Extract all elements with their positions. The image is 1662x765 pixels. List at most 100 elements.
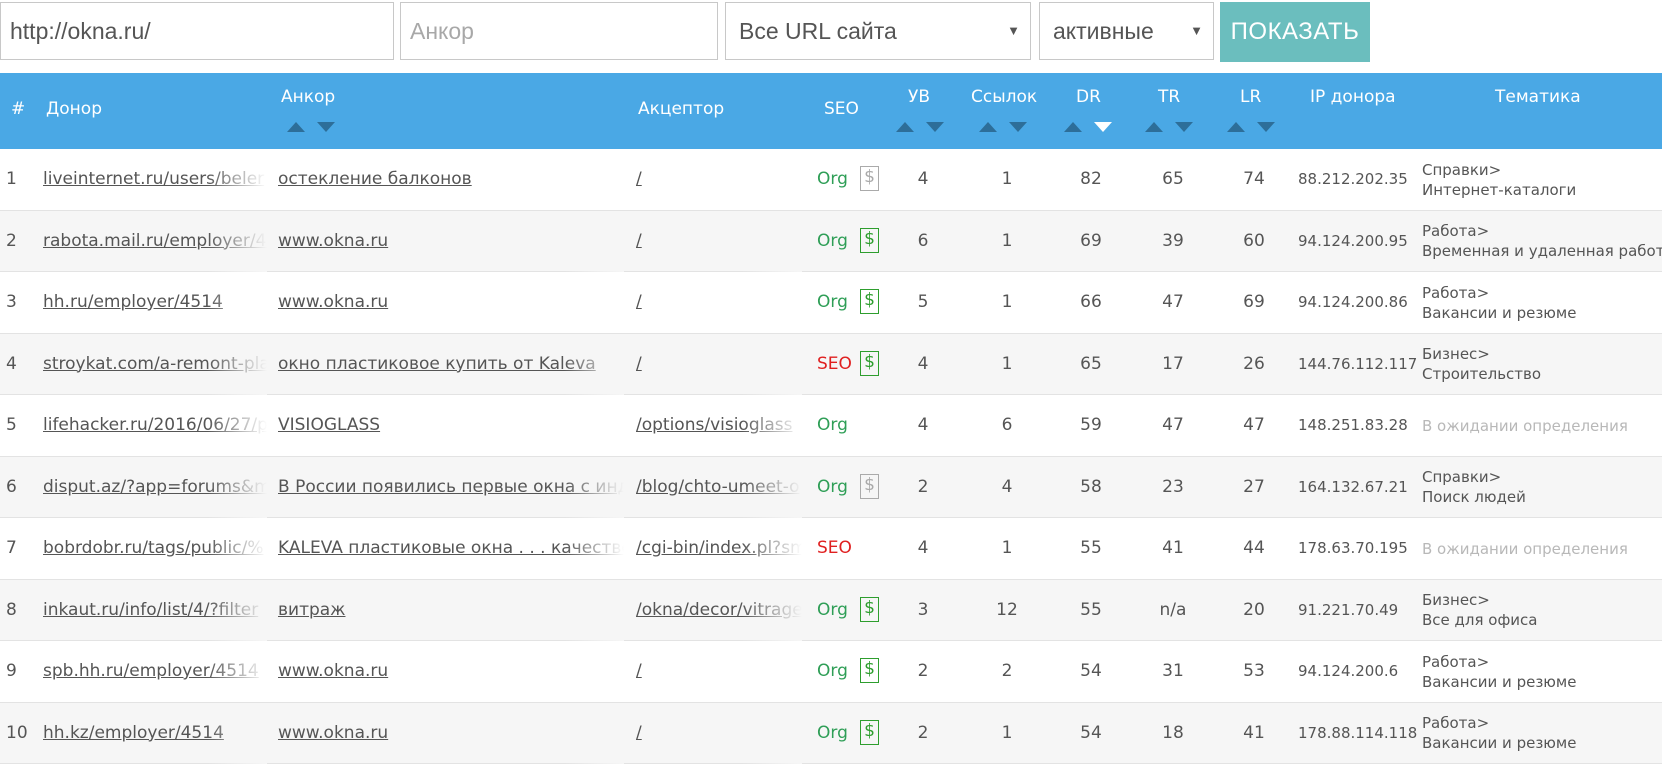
- show-button[interactable]: ПОКАЗАТЬ: [1220, 2, 1370, 62]
- col-anchor[interactable]: Анкор: [281, 87, 335, 107]
- acceptor-link[interactable]: /: [636, 292, 642, 312]
- col-uv[interactable]: УВ: [908, 87, 930, 107]
- dr-value: 65: [1080, 353, 1102, 374]
- filter-bar: Все URL сайта ▼ активные ▼ ПОКАЗАТЬ: [0, 0, 1662, 70]
- table-row: 5 lifehacker.ru/2016/06/27/p VISIOGLASS/op…: [0, 395, 1662, 457]
- acceptor-link[interactable]: /: [636, 354, 642, 374]
- anchor-link[interactable]: www.okna.ru: [278, 661, 388, 681]
- topic-cell: Справки> Интернет-каталоги: [1422, 149, 1576, 210]
- topic-cell: Работа> Вакансии и резюме: [1422, 272, 1576, 333]
- status-value: активные: [1053, 18, 1154, 44]
- acceptor-link[interactable]: /: [636, 723, 642, 743]
- lr-value: 69: [1243, 292, 1265, 312]
- acceptor-link[interactable]: /: [636, 661, 642, 681]
- url-input[interactable]: [0, 2, 394, 60]
- anchor-link[interactable]: VISIOGLASS: [278, 415, 380, 435]
- sort-desc-icon[interactable]: [317, 122, 335, 132]
- sort-desc-icon[interactable]: [1175, 122, 1193, 132]
- acceptor-cell: /blog/chto-umeet-o: [636, 456, 802, 518]
- col-ip[interactable]: IP донора: [1310, 87, 1396, 107]
- seo-type-badge: Org: [817, 230, 848, 251]
- seo-type-badge: Org: [817, 661, 848, 681]
- sort-desc-icon[interactable]: [1257, 122, 1275, 132]
- sort-asc-icon[interactable]: [287, 122, 305, 132]
- sort-desc-active-icon[interactable]: [1094, 122, 1112, 132]
- row-number: 9: [6, 661, 17, 681]
- anchor-link[interactable]: www.okna.ru: [278, 723, 388, 743]
- donor-cell: lifehacker.ru/2016/06/27/p: [43, 395, 267, 456]
- sort-asc-icon[interactable]: [1064, 122, 1082, 132]
- anchor-link[interactable]: www.okna.ru: [278, 231, 388, 251]
- dollar-icon[interactable]: $: [860, 658, 879, 683]
- dollar-icon[interactable]: $: [860, 227, 879, 253]
- sort-desc-icon[interactable]: [1009, 122, 1027, 132]
- donor-cell: bobrdobr.ru/tags/public/%: [43, 518, 267, 579]
- tr-value: 39: [1162, 230, 1184, 251]
- sort-asc-icon[interactable]: [1145, 122, 1163, 132]
- dollar-icon[interactable]: $: [860, 289, 879, 314]
- table-header: # Донор Анкор Акцептор SEO УВ Ссылок DR …: [0, 73, 1662, 149]
- links-value: 6: [1001, 415, 1013, 435]
- anchor-sort: [287, 117, 347, 137]
- sort-desc-icon[interactable]: [926, 122, 944, 132]
- col-topic[interactable]: Тематика: [1495, 87, 1581, 107]
- seo-cell: Org: [817, 211, 857, 272]
- seo-cell: Org: [817, 703, 857, 764]
- col-acceptor[interactable]: Акцептор: [638, 99, 724, 119]
- ip-value: 88.212.202.35: [1298, 170, 1408, 188]
- links-value: 1: [1001, 230, 1013, 251]
- ip-value: 94.124.200.86: [1298, 293, 1408, 311]
- topic-category: Работа>: [1422, 714, 1490, 732]
- acceptor-link[interactable]: /: [636, 169, 642, 189]
- sort-asc-icon[interactable]: [1227, 122, 1245, 132]
- acceptor-cell: /: [636, 641, 802, 702]
- table-row: 1 liveinternet.ru/users/beler остекление б…: [0, 149, 1662, 211]
- row-number: 6: [6, 476, 17, 497]
- dollar-icon[interactable]: $: [860, 350, 879, 376]
- col-num: #: [11, 99, 26, 119]
- dollar-icon[interactable]: $: [860, 166, 879, 191]
- dollar-icon[interactable]: $: [860, 596, 879, 622]
- col-dr[interactable]: DR: [1076, 87, 1101, 107]
- donor-link[interactable]: hh.ru/employer/4514: [43, 292, 223, 312]
- topic-cell: Работа> Вакансии и резюме: [1422, 703, 1576, 764]
- url-scope-select[interactable]: Все URL сайта ▼: [725, 2, 1031, 60]
- lr-value: 74: [1243, 169, 1265, 189]
- seo-cell: Org: [817, 641, 857, 702]
- anchor-cell: KALEVA пластиковые окна . . . качестве: [278, 518, 624, 579]
- seo-type-badge: Org: [817, 722, 848, 743]
- status-select[interactable]: активные ▼: [1039, 2, 1214, 60]
- acceptor-cell: /: [636, 702, 802, 764]
- col-lr[interactable]: LR: [1240, 87, 1261, 107]
- uv-value: 5: [917, 292, 929, 312]
- anchor-input[interactable]: [400, 2, 718, 60]
- anchor-link[interactable]: витраж: [278, 600, 346, 620]
- dr-value: 58: [1080, 476, 1102, 497]
- sort-asc-icon[interactable]: [979, 122, 997, 132]
- col-links[interactable]: Ссылок: [971, 87, 1037, 107]
- tr-value: 65: [1162, 169, 1184, 189]
- dr-value: 59: [1080, 415, 1102, 435]
- dr-value: 69: [1080, 230, 1102, 251]
- acceptor-link[interactable]: /: [636, 231, 642, 251]
- anchor-link[interactable]: окно пластиковое купить от Kaleva: [278, 354, 596, 374]
- seo-cell: Org: [817, 149, 857, 210]
- col-seo[interactable]: SEO: [824, 99, 859, 119]
- anchor-link[interactable]: остекление балконов: [278, 169, 472, 189]
- col-tr[interactable]: TR: [1158, 87, 1180, 107]
- anchor-link[interactable]: www.okna.ru: [278, 292, 388, 312]
- dollar-icon[interactable]: $: [860, 473, 879, 499]
- chevron-down-icon: ▼: [1007, 23, 1020, 38]
- row-number: 10: [6, 722, 28, 743]
- col-donor[interactable]: Донор: [46, 99, 102, 119]
- donor-link[interactable]: hh.kz/employer/4514: [43, 723, 224, 743]
- lr-value: 60: [1243, 230, 1265, 251]
- donor-cell: hh.ru/employer/4514: [43, 272, 267, 333]
- anchor-cell: www.okna.ru: [278, 210, 624, 272]
- tr-value: 47: [1162, 292, 1184, 312]
- anchor-cell: VISIOGLASS: [278, 395, 624, 456]
- table-row: 7 bobrdobr.ru/tags/public/% KALEVA пластик…: [0, 518, 1662, 580]
- dollar-icon[interactable]: $: [860, 719, 879, 745]
- anchor-cell: www.okna.ru: [278, 702, 624, 764]
- sort-asc-icon[interactable]: [896, 122, 914, 132]
